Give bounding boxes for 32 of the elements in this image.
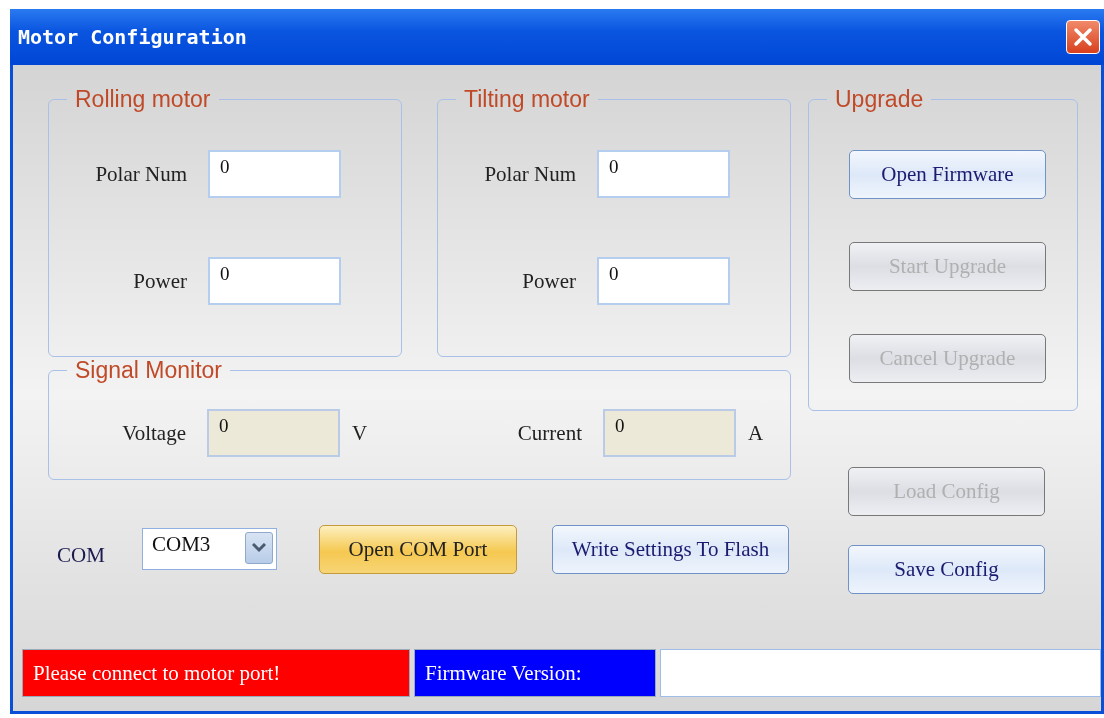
field-label: Power [132,268,187,294]
button[interactable]: Save Config [848,545,1045,594]
button: Start Upgrade [849,242,1046,291]
button[interactable]: Open Firmware [849,150,1046,199]
group-title: Tilting motor [463,86,591,113]
field-label: Current [516,420,582,446]
input-field[interactable]: 0 [208,257,341,305]
unit-label: V [352,420,368,446]
group-title: Signal Monitor [74,357,224,384]
field-label: Voltage [121,420,186,446]
close-button[interactable] [1066,20,1100,54]
field-label: Polar Num [94,161,187,187]
button: Cancel Upgrade [849,334,1046,383]
field-label: Polar Num [483,161,576,187]
button[interactable]: Open COM Port [319,524,517,574]
status-message: Please connect to motor port! [22,649,410,697]
com-dropdown[interactable]: COM3 [142,528,277,570]
input-field: 0 [603,409,736,457]
button[interactable]: Write Settings To Flash [552,524,789,574]
field-label: Power [521,268,576,294]
input-field[interactable]: 0 [597,257,730,305]
input-field[interactable]: 0 [597,150,730,198]
input-field: 0 [207,409,340,457]
close-icon [1073,27,1093,47]
status-message: Firmware Version: [414,649,656,697]
input-field[interactable]: 0 [208,150,341,198]
group-title: Upgrade [834,86,925,113]
window-title: Motor Configuration [18,25,247,49]
unit-label: A [748,420,764,446]
button: Load Config [848,467,1045,516]
group-title: Rolling motor [74,86,212,113]
com-label: COM [57,542,106,568]
